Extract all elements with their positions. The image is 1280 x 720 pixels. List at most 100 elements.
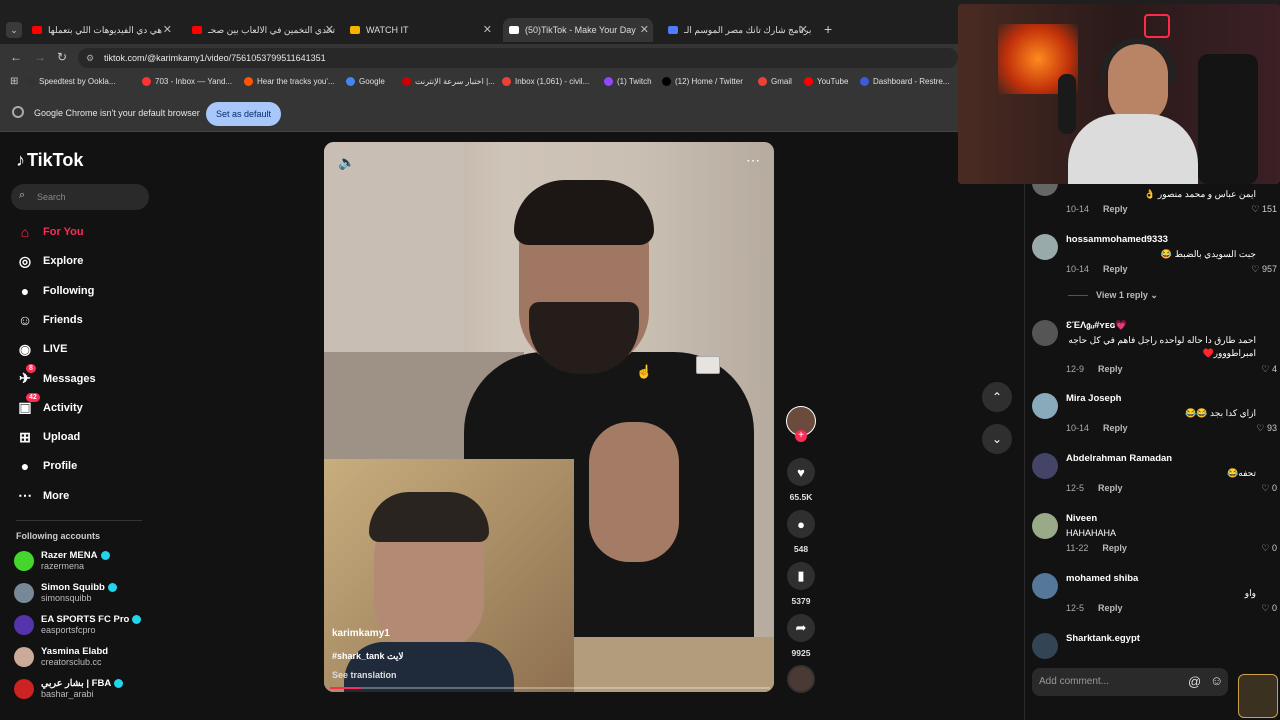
bookmark-item[interactable]: Hear the tracks you'... — [244, 77, 335, 86]
sidebar-item-explore[interactable]: ◎ Explore — [16, 252, 83, 270]
video-more-icon[interactable]: ⋯ — [746, 152, 760, 169]
following-account[interactable]: Yasmina Elabd creatorsclub.cc — [14, 646, 108, 667]
progress-bar[interactable] — [330, 687, 770, 689]
sidebar-item-more[interactable]: ⋯ More — [16, 487, 69, 505]
comment-like-button[interactable]: ♡ 957 — [1251, 264, 1277, 275]
close-tab-icon[interactable]: ✕ — [640, 23, 649, 36]
bookmark-item[interactable]: (1) Twitch — [604, 77, 652, 86]
video-player[interactable]: 🔈 ⋯ karimkamy1 #shark_tank لايت See tran… — [324, 142, 774, 692]
sidebar-item-activity[interactable]: ▣ Activity — [16, 399, 82, 417]
comment-username[interactable]: Sharktank.egypt — [1066, 633, 1140, 644]
reply-button[interactable]: Reply — [1103, 204, 1128, 214]
sidebar-item-friends[interactable]: ☺ Friends — [16, 311, 83, 329]
reply-button[interactable]: Reply — [1098, 603, 1123, 613]
follow-plus-icon[interactable]: + — [795, 430, 807, 442]
apps-icon[interactable]: ⊞ — [10, 76, 18, 87]
site-info-icon[interactable]: ⚙ — [86, 48, 94, 68]
bookmark-item[interactable]: Gmail — [758, 77, 792, 86]
video-author[interactable]: karimkamy1 — [332, 628, 390, 639]
back-icon[interactable]: ← — [10, 50, 22, 64]
comment-meta: 10-14 Reply — [1066, 423, 1128, 433]
avatar[interactable] — [1032, 234, 1058, 260]
volume-icon[interactable]: 🔈 — [338, 154, 355, 171]
forward-icon[interactable]: → — [34, 50, 46, 64]
avatar[interactable] — [1032, 573, 1058, 599]
see-translation-link[interactable]: See translation — [332, 670, 397, 680]
reply-button[interactable]: Reply — [1102, 543, 1127, 553]
sidebar-item-profile[interactable]: ● Profile — [16, 457, 77, 475]
streamer-body — [1068, 114, 1198, 184]
bookmark-item[interactable]: Dashboard - Restre... — [860, 77, 949, 86]
comment-like-button[interactable]: ♡ 93 — [1256, 423, 1277, 434]
comment-username[interactable]: Abdelrahman Ramadan — [1066, 453, 1172, 464]
set-as-default-button[interactable]: Set as default — [206, 102, 281, 126]
browser-tab[interactable]: تحدي التخمين في الالعاب بين صحـ ✕ — [186, 18, 338, 42]
reply-button[interactable]: Reply — [1103, 423, 1128, 433]
comment-date: 10-14 — [1066, 264, 1090, 274]
avatar — [14, 646, 34, 667]
avatar[interactable] — [1032, 393, 1058, 419]
browser-tab[interactable]: WATCH IT ✕ — [344, 18, 496, 42]
following-account[interactable]: EA SPORTS FC Pro easportsfcpro — [14, 614, 142, 635]
share-button[interactable]: ➦ — [787, 614, 815, 642]
comment-like-button[interactable]: ♡ 0 — [1261, 543, 1277, 554]
bookmark-item[interactable]: اختبار سرعة الإنترنت |... — [402, 77, 495, 86]
previous-video-button[interactable]: ⌃ — [982, 382, 1012, 412]
tiktok-logo[interactable]: ♪ TikTok — [16, 150, 83, 171]
comment-username[interactable]: mohamed shiba — [1066, 573, 1138, 584]
heart-outline-icon: ♡ — [1261, 483, 1270, 493]
next-video-button[interactable]: ⌄ — [982, 424, 1012, 454]
music-disc[interactable] — [787, 665, 815, 693]
reply-button[interactable]: Reply — [1103, 264, 1128, 274]
comment-username[interactable]: hossammohamed9333 — [1066, 234, 1168, 245]
comment-like-button[interactable]: ♡ 4 — [1261, 364, 1277, 375]
video-caption[interactable]: #shark_tank لايت — [332, 651, 404, 662]
close-tab-icon[interactable]: ✕ — [799, 23, 808, 36]
reload-icon[interactable]: ↻ — [57, 50, 67, 64]
comment-username[interactable]: Niveen — [1066, 513, 1097, 524]
sidebar-item-live[interactable]: ◉ LIVE — [16, 340, 68, 358]
comment-username[interactable]: Mira Joseph — [1066, 393, 1121, 404]
comment-button[interactable]: ● — [787, 510, 815, 538]
sidebar-item-following[interactable]: ● Following — [16, 282, 95, 300]
comment-like-button[interactable]: ♡ 151 — [1251, 204, 1277, 215]
close-tab-icon[interactable]: ✕ — [325, 23, 334, 36]
bookmark-item[interactable]: (12) Home / Twitter — [662, 77, 743, 86]
comment-username[interactable]: ƐΈΛ𝔤ᵤ#ʏᴇɢ💗 — [1066, 320, 1127, 331]
avatar — [14, 582, 34, 603]
emoji-icon[interactable]: ☺ — [1210, 673, 1223, 688]
reply-button[interactable]: Reply — [1098, 483, 1123, 493]
sidebar-item-upload[interactable]: ⊞ Upload — [16, 428, 80, 446]
browser-tab[interactable]: هي دي الفيديوهات اللي بتعملها ✕ — [26, 18, 176, 42]
search-input[interactable]: ⌕ Search — [11, 184, 149, 210]
view-replies-link[interactable]: View 1 reply ⌄ — [1068, 290, 1158, 301]
tab-search-button[interactable]: ⌄ — [6, 22, 22, 38]
new-tab-icon[interactable]: + — [824, 21, 832, 37]
avatar[interactable] — [1032, 513, 1058, 539]
sidebar-item-for-you[interactable]: ⌂ For You — [16, 223, 84, 241]
avatar[interactable] — [1032, 633, 1058, 659]
bookmark-favicon-icon — [244, 77, 253, 86]
comment-like-button[interactable]: ♡ 0 — [1261, 603, 1277, 614]
bookmark-item[interactable]: Inbox (1,061) - civil... — [502, 77, 589, 86]
save-button[interactable]: ▮ — [787, 562, 815, 590]
close-tab-icon[interactable]: ✕ — [163, 23, 172, 36]
bookmark-item[interactable]: YouTube — [804, 77, 848, 86]
browser-tab[interactable]: (50)TikTok - Make Your Day ✕ — [503, 18, 653, 42]
bookmark-item[interactable]: 703 - Inbox — Yand... — [142, 77, 232, 86]
following-account[interactable]: Razer MENA razermena — [14, 550, 110, 571]
bookmark-item[interactable]: Speedtest by Ookla... — [26, 77, 116, 86]
following-account[interactable]: بشار عربي | FBA bashar_arabi — [14, 678, 124, 699]
comment-date: 12-9 — [1066, 364, 1085, 374]
avatar[interactable] — [1032, 320, 1058, 346]
bookmark-item[interactable]: Google — [346, 77, 385, 86]
mention-icon[interactable]: @ — [1188, 674, 1201, 689]
following-account[interactable]: Simon Squibb simonsquibb — [14, 582, 117, 603]
close-tab-icon[interactable]: ✕ — [483, 23, 492, 36]
comment-like-button[interactable]: ♡ 0 — [1261, 483, 1277, 494]
reply-button[interactable]: Reply — [1098, 364, 1123, 374]
address-bar[interactable]: ⚙ tiktok.com/@karimkamy1/video/756105379… — [78, 48, 958, 68]
avatar[interactable] — [1032, 453, 1058, 479]
like-button[interactable]: ♥ — [787, 458, 815, 486]
browser-tab[interactable]: برنامج شارك تانك مصر الموسم الـ ✕ — [662, 18, 812, 42]
